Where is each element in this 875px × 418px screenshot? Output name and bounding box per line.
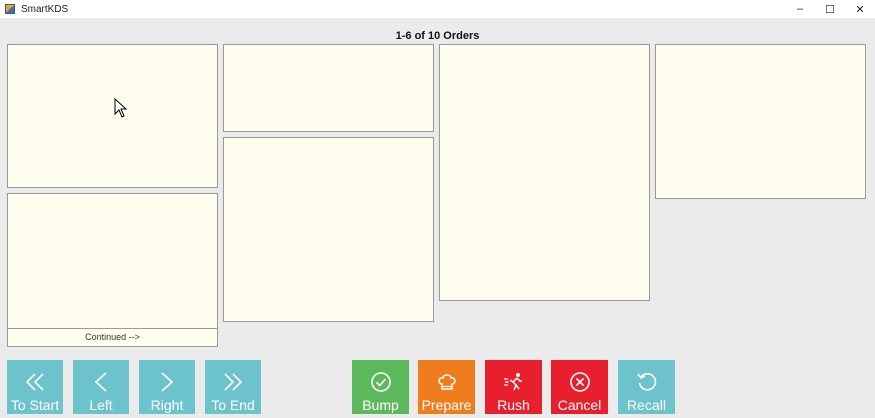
recall-button[interactable]: Recall [618,360,675,414]
window-title: SmartKDS [21,3,69,15]
order-ticket-3[interactable] [223,44,434,132]
cancel-label: Cancel [557,397,602,413]
prepare-label: Prepare [421,397,472,413]
x-circle-icon [569,369,591,395]
to-end-button[interactable]: To End [205,360,261,414]
bump-button[interactable]: Bump [352,360,409,414]
title-bar: SmartKDS – ☐ ✕ [0,0,875,18]
recall-label: Recall [627,397,666,413]
chevron-left-icon [91,369,111,395]
rush-label: Rush [497,397,530,413]
right-label: Right [150,397,184,413]
bump-label: Bump [362,397,399,413]
order-ticket-1[interactable] [7,44,218,188]
chef-hat-icon [436,369,458,395]
prepare-button[interactable]: Prepare [418,360,475,414]
close-button[interactable]: ✕ [845,0,875,18]
double-chevron-right-icon [222,369,244,395]
left-button[interactable]: Left [73,360,129,414]
maximize-button[interactable]: ☐ [815,0,845,18]
app-icon [5,4,15,14]
running-person-icon [503,369,525,395]
continued-label: Continued --> [8,328,217,346]
to-end-label: To End [211,397,255,413]
window-controls: – ☐ ✕ [785,0,875,18]
right-button[interactable]: Right [139,360,195,414]
order-ticket-4[interactable] [223,137,434,322]
recall-arrow-icon [636,369,658,395]
check-circle-icon [370,369,392,395]
chevron-right-icon [157,369,177,395]
minimize-button[interactable]: – [785,0,815,18]
left-label: Left [89,397,113,413]
order-ticket-2[interactable]: Continued --> [7,193,218,347]
cancel-button[interactable]: Cancel [551,360,608,414]
order-ticket-5[interactable] [439,44,650,301]
double-chevron-left-icon [24,369,46,395]
to-start-label: To Start [10,397,60,413]
mouse-cursor-icon [114,98,128,118]
to-start-button[interactable]: To Start [7,360,63,414]
rush-button[interactable]: Rush [485,360,542,414]
order-ticket-6[interactable] [655,44,866,199]
orders-range-label: 1-6 of 10 Orders [395,30,480,42]
